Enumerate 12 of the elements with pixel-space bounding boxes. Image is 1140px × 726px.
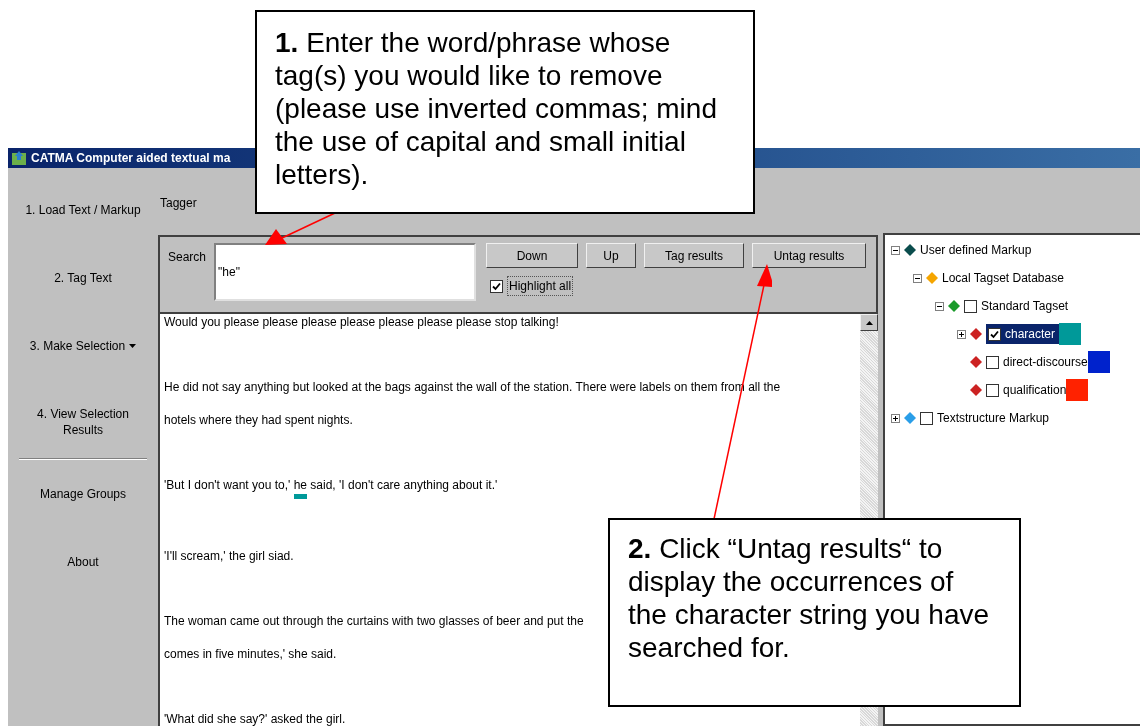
text-line: 'What did she say?' asked the girl. [164, 711, 346, 726]
text-line: Would you please please please please please please please stop talking! [164, 314, 559, 330]
text-line: hotels where they had spent nights. [164, 412, 353, 428]
text-line: 'But I don't want you to,' he said, 'I don't care anything about it.' [164, 477, 498, 499]
text-line: The woman came out through the curtains with two glasses of beer and put the [164, 613, 584, 629]
callout-text: 1. Enter the word/phrase whose tag(s) you would like to remove (please use inverted commas; mind the use of capital and small initial letters). [275, 26, 718, 191]
window-title: CATMA Computer aided textual ma [31, 150, 231, 167]
callout-text: 2. Click “Untag results“ to display the occurrences of the character string you have searched for. [628, 532, 991, 664]
text-line: comes in five minutes,' she said. [164, 646, 337, 662]
text-line: 'I'll scream,' the girl siad. [164, 548, 294, 564]
tagger-label: Tagger [160, 195, 197, 212]
search-label: Search [168, 249, 207, 266]
